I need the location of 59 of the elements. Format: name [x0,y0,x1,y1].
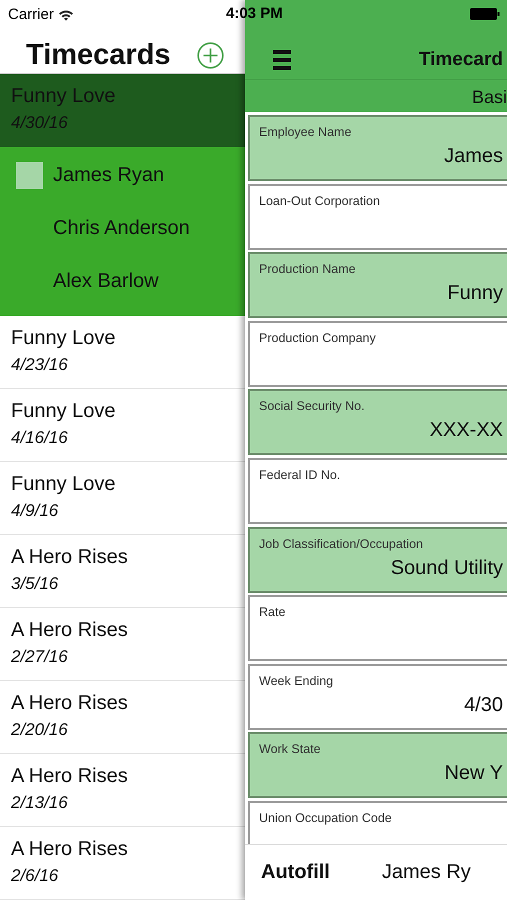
production-name: A Hero Rises [11,691,129,715]
production-name: A Hero Rises [11,764,129,788]
screen-title: Timecard [418,48,503,70]
production-name: Funny Love [11,472,117,496]
wifi-icon [58,8,74,20]
timecard-date: 3/5/16 [11,574,60,594]
production-name: A Hero Rises [11,837,129,861]
section-header: Basi [472,86,507,108]
menu-icon[interactable] [273,50,291,70]
form-field[interactable]: Production Company [248,320,507,387]
employee-name[interactable]: James Ryan [53,164,164,187]
field-label: Social Security No. [259,399,366,414]
field-label: Work State [259,742,322,756]
form-field[interactable]: Loan-Out Corporation [248,184,507,250]
timecard-date: 4/16/16 [11,428,69,448]
employee-name[interactable]: Alex Barlow [53,270,159,293]
form-field[interactable]: Employee Name James [248,115,507,181]
timecard-date: 2/13/16 [11,793,69,813]
timecard-date: 4/9/16 [11,501,60,521]
form-field[interactable]: Union Occupation Code [248,800,507,844]
form-field[interactable]: Week Ending 4/30 [248,664,507,730]
field-label: Week Ending [259,674,334,688]
field-label: Production Name [259,262,357,276]
autofill-value[interactable]: James Ry [382,861,471,884]
timecard-date: 2/6/16 [11,866,60,886]
sidebar-title: Timecards [26,39,171,72]
form-field[interactable]: Work State New Y [248,732,507,798]
field-label: Job Classification/Occupation [259,536,424,551]
form-field[interactable]: Production Name Funny [248,252,507,318]
form-field[interactable]: Job Classification/Occupation Sound Utility [248,526,507,593]
field-label: Federal ID No. [259,468,342,482]
timecard-date: 4/23/16 [11,355,69,375]
production-name: Funny Love [11,84,117,108]
form-field[interactable]: Rate [248,595,507,662]
production-name: Funny Love [11,399,117,423]
production-name: Funny Love [11,326,117,350]
field-label: Loan-Out Corporation [259,194,381,208]
timecard-date: 2/27/16 [11,647,69,667]
autofill-label: Autofill [261,861,330,884]
field-label: Production Company [259,330,377,345]
field-value: 4/30 [464,694,503,717]
production-name: A Hero Rises [11,545,129,569]
field-value: Sound Utility [390,556,503,580]
carrier-label: Carrier [8,6,54,23]
employee-name[interactable]: Chris Anderson [53,217,190,240]
timecard-date: 2/20/16 [11,720,69,740]
field-label: Union Occupation Code [259,810,393,825]
field-value: James [444,145,503,168]
production-name: A Hero Rises [11,618,129,642]
form-field[interactable]: Social Security No. XXX-XX [248,389,507,456]
field-label: Rate [259,605,286,620]
add-icon[interactable] [196,42,224,69]
timecard-date: 4/30/16 [11,113,69,133]
field-value: New Y [444,762,503,786]
battery-icon [470,8,500,20]
field-value: XXX-XX [430,419,503,442]
form-field[interactable]: Federal ID No. [248,458,507,524]
field-label: Employee Name [259,125,352,139]
field-value: Funny [447,282,503,306]
